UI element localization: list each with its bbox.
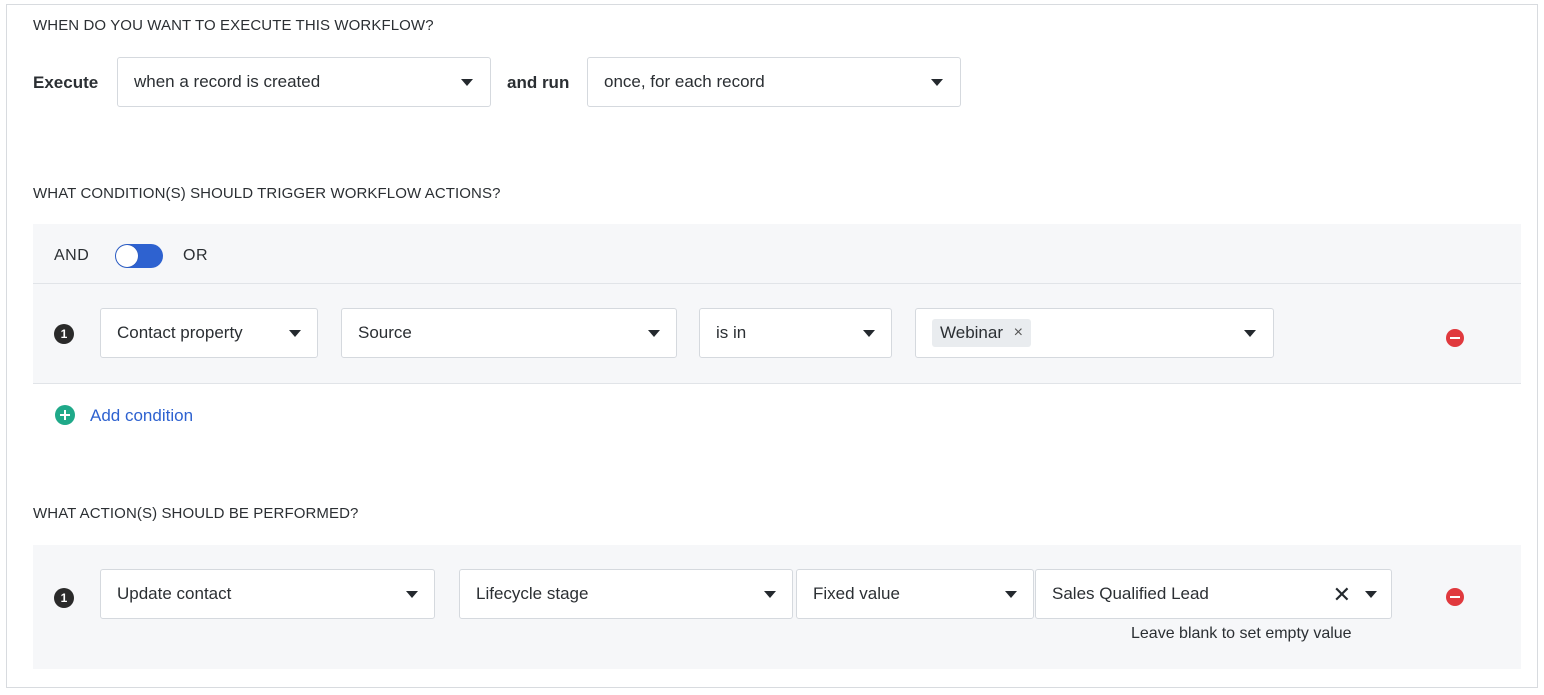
action-field-value: Lifecycle stage [476,584,589,603]
empty-value-hint: Leave blank to set empty value [1131,625,1352,642]
add-circle-icon[interactable] [55,405,75,425]
chevron-down-icon [764,591,776,598]
condition-type-value: Contact property [117,323,243,342]
and-or-toggle[interactable] [115,244,163,268]
chevron-down-icon [863,330,875,337]
condition-row: 1 Contact property Source is in Webinar … [33,284,1521,384]
actions-panel: 1 Update contact Lifecycle stage Fixed v… [33,545,1521,669]
value-tag-label: Webinar [940,323,1003,342]
condition-operator-select[interactable]: is in [699,308,892,358]
action-type-value: Update contact [117,584,232,603]
action-value: Sales Qualified Lead [1052,584,1209,603]
chevron-down-icon [1365,591,1377,598]
action-type-select[interactable]: Update contact [100,569,435,619]
condition-property-select[interactable]: Source [341,308,677,358]
workflow-settings-panel: WHEN DO YOU WANT TO EXECUTE THIS WORKFLO… [6,4,1538,688]
condition-type-select[interactable]: Contact property [100,308,318,358]
execute-trigger-select[interactable]: when a record is created [117,57,491,107]
and-run-label: and run [507,73,570,92]
add-condition-link[interactable]: Add condition [90,406,193,426]
chevron-down-icon [648,330,660,337]
value-type-value: Fixed value [813,584,900,603]
and-label: AND [54,247,90,264]
action-value-select[interactable]: Sales Qualified Lead ✕ [1035,569,1392,619]
chevron-down-icon [406,591,418,598]
actions-section-heading: WHAT ACTION(S) SHOULD BE PERFORMED? [33,505,359,522]
chevron-down-icon [461,79,473,86]
chevron-down-icon [1244,330,1256,337]
run-frequency-select[interactable]: once, for each record [587,57,961,107]
chevron-down-icon [289,330,301,337]
remove-condition-icon[interactable] [1446,329,1464,347]
value-type-select[interactable]: Fixed value [796,569,1034,619]
conditions-panel: AND OR 1 Contact property Source is in W… [33,224,1521,384]
chevron-down-icon [931,79,943,86]
condition-operator-value: is in [716,323,747,342]
execute-label: Execute [33,73,99,92]
clear-value-icon[interactable]: ✕ [1333,582,1351,608]
value-tag: Webinar × [932,319,1031,347]
execute-trigger-value: when a record is created [134,72,321,91]
divider [33,383,1521,384]
toggle-knob [116,245,138,267]
conditions-section-heading: WHAT CONDITION(S) SHOULD TRIGGER WORKFLO… [33,185,501,202]
condition-property-value: Source [358,323,412,342]
condition-value-multiselect[interactable]: Webinar × [915,308,1274,358]
run-frequency-value: once, for each record [604,72,765,91]
chevron-down-icon [1005,591,1017,598]
or-label: OR [183,247,208,264]
execute-section-heading: WHEN DO YOU WANT TO EXECUTE THIS WORKFLO… [33,17,434,34]
row-number-badge: 1 [54,324,74,344]
row-number-badge: 1 [54,588,74,608]
remove-action-icon[interactable] [1446,588,1464,606]
action-field-select[interactable]: Lifecycle stage [459,569,793,619]
remove-tag-icon[interactable]: × [1014,319,1023,347]
